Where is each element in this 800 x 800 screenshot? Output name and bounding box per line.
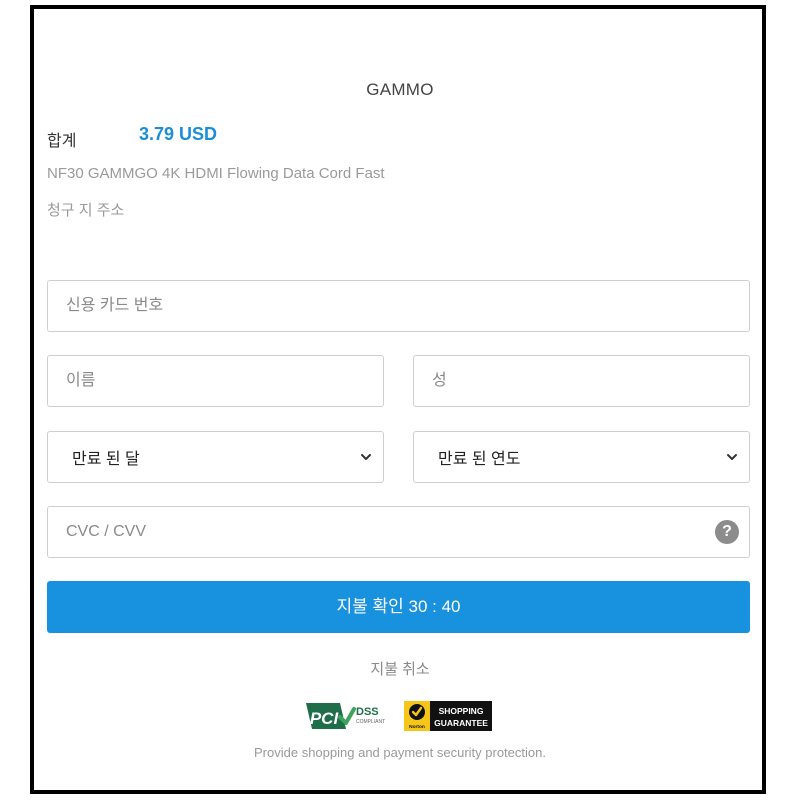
- exp-year-select[interactable]: 만료 된 연도: [413, 431, 750, 483]
- pci-dss-logo: PCI DSS COMPLIANT: [306, 703, 385, 729]
- help-icon[interactable]: ?: [715, 520, 739, 544]
- total-amount: 3.79 USD: [139, 124, 218, 144]
- last-name-input[interactable]: [414, 356, 749, 406]
- cvc-input[interactable]: [48, 507, 749, 557]
- security-statement: Provide shopping and payment security pr…: [254, 745, 546, 760]
- svg-text:Norton: Norton: [409, 724, 425, 730]
- exp-month-select[interactable]: 만료 된 달: [47, 431, 384, 483]
- first-name-field: [47, 355, 384, 407]
- svg-text:DSS: DSS: [356, 706, 379, 718]
- card-number-input[interactable]: [48, 281, 749, 331]
- svg-text:SHOPPING: SHOPPING: [439, 706, 484, 716]
- product-name: NF30 GAMMGO 4K HDMI Flowing Data Cord Fa…: [47, 165, 385, 182]
- exp-month-label: 만료 된 달: [72, 451, 140, 468]
- chevron-down-icon: [727, 454, 737, 460]
- merchant-name: GAMMO: [366, 80, 434, 99]
- svg-text:COMPLIANT: COMPLIANT: [356, 719, 385, 725]
- cvc-field: ?: [47, 506, 750, 558]
- norton-shopping-guarantee-logo: Norton SHOPPING GUARANTEE: [404, 701, 492, 731]
- first-name-input[interactable]: [48, 356, 383, 406]
- total-label: 합계: [47, 133, 77, 150]
- svg-text:PCI: PCI: [310, 709, 340, 728]
- svg-text:GUARANTEE: GUARANTEE: [434, 718, 488, 728]
- last-name-field: [413, 355, 750, 407]
- billing-address-label: 청구 지 주소: [47, 202, 125, 219]
- cancel-payment-link[interactable]: 지불 취소: [0, 658, 800, 679]
- exp-year-label: 만료 된 연도: [438, 451, 521, 468]
- chevron-down-icon: [361, 454, 371, 460]
- confirm-payment-button[interactable]: 지불 확인 30 : 40: [47, 581, 750, 633]
- card-number-field: [47, 280, 750, 332]
- security-badges: PCI DSS COMPLIANT Norton SHOPPING GUARAN…: [306, 701, 492, 731]
